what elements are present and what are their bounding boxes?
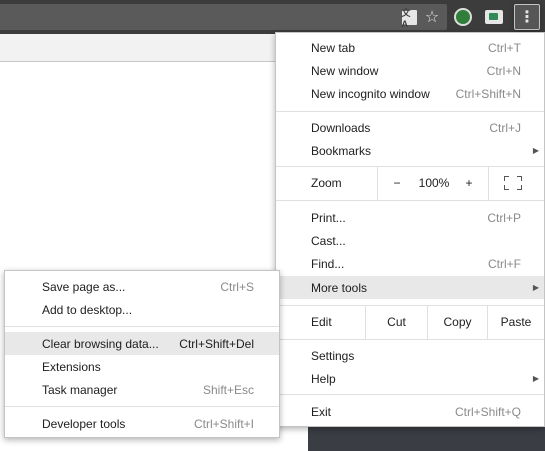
menu-item-more-tools[interactable]: More tools ▶ (276, 276, 544, 299)
zoom-label: Zoom (311, 176, 342, 190)
zoom-out-button[interactable]: − (386, 167, 408, 200)
menu-separator (276, 200, 544, 201)
copy-button[interactable]: Copy (427, 306, 487, 339)
menu-item-label: Help (311, 371, 336, 386)
submenu-item-label: Extensions (42, 359, 101, 374)
menu-item-downloads[interactable]: Downloads Ctrl+J (276, 116, 544, 139)
submenu-item-shortcut: Ctrl+Shift+I (193, 416, 254, 431)
menu-item-shortcut: Ctrl+Shift+Q (454, 404, 521, 419)
edit-row: Edit Cut Copy Paste (276, 306, 544, 339)
menu-item-new-tab[interactable]: New tab Ctrl+T (276, 36, 544, 59)
submenu-item-label: Task manager (42, 382, 118, 397)
more-vertical-icon[interactable]: ⋮ (514, 4, 540, 30)
menu-item-label: Exit (311, 404, 332, 419)
submenu-item-shortcut: Ctrl+Shift+Del (179, 336, 254, 351)
menu-item-label: Settings (311, 348, 355, 363)
submenu-arrow-icon: ▶ (532, 146, 539, 155)
menu-separator (276, 111, 544, 112)
submenu-item-task-manager[interactable]: Task manager Shift+Esc (5, 378, 279, 401)
more-tools-submenu: Save page as... Ctrl+S Add to desktop...… (4, 270, 280, 438)
submenu-arrow-icon: ▶ (532, 374, 539, 383)
bookmark-star-icon[interactable]: ☆ (421, 6, 443, 28)
submenu-item-developer-tools[interactable]: Developer tools Ctrl+Shift+I (5, 412, 279, 435)
menu-item-label: New tab (311, 40, 356, 55)
menu-item-label: Print... (311, 210, 346, 225)
submenu-item-clear-browsing-data[interactable]: Clear browsing data... Ctrl+Shift+Del (5, 332, 279, 355)
menu-item-bookmarks[interactable]: Bookmarks ▶ (276, 139, 544, 162)
menu-item-label: Downloads (311, 120, 371, 135)
address-bar[interactable] (0, 4, 447, 30)
submenu-item-label: Clear browsing data... (42, 336, 159, 351)
menu-item-new-window[interactable]: New window Ctrl+N (276, 59, 544, 82)
avatar (454, 8, 472, 26)
submenu-item-shortcut: Shift+Esc (202, 382, 254, 397)
menu-item-print[interactable]: Print... Ctrl+P (276, 206, 544, 229)
zoom-row: Zoom − 100% + (276, 167, 544, 200)
menu-item-label: New window (311, 63, 379, 78)
menu-item-shortcut: Ctrl+P (487, 210, 521, 225)
zoom-controls: − 100% + (377, 167, 489, 200)
zoom-in-button[interactable]: + (458, 167, 480, 200)
menu-separator (276, 339, 544, 340)
menu-item-shortcut: Ctrl+J (489, 120, 521, 135)
submenu-item-label: Save page as... (42, 279, 126, 294)
menu-item-find[interactable]: Find... Ctrl+F (276, 252, 544, 275)
submenu-item-shortcut: Ctrl+S (220, 279, 254, 294)
submenu-item-save-page[interactable]: Save page as... Ctrl+S (5, 275, 279, 298)
edit-label: Edit (311, 315, 332, 329)
menu-item-settings[interactable]: Settings (276, 344, 544, 367)
submenu-arrow-icon: ▶ (532, 283, 539, 292)
extension-avatar-icon[interactable] (452, 6, 474, 28)
cut-button[interactable]: Cut (365, 306, 427, 339)
menu-item-new-incognito-window[interactable]: New incognito window Ctrl+Shift+N (276, 82, 544, 105)
submenu-item-label: Add to desktop... (42, 302, 133, 317)
menu-item-cast[interactable]: Cast... (276, 229, 544, 252)
page-background (308, 425, 545, 451)
menu-separator (5, 326, 279, 327)
extension-icon[interactable] (483, 6, 505, 28)
menu-item-label: Find... (311, 256, 345, 271)
menu-item-shortcut: Ctrl+Shift+N (455, 86, 521, 101)
menu-item-help[interactable]: Help ▶ (276, 367, 544, 390)
menu-separator (276, 394, 544, 395)
extension-glyph (485, 10, 503, 24)
menu-item-label: Cast... (311, 233, 346, 248)
menu-item-shortcut: Ctrl+F (488, 256, 521, 271)
menu-item-shortcut: Ctrl+T (488, 40, 521, 55)
menu-item-label: New incognito window (311, 86, 430, 101)
submenu-item-extensions[interactable]: Extensions (5, 355, 279, 378)
translate-icon[interactable]: 文A (398, 6, 420, 29)
menu-item-label: More tools (311, 280, 368, 295)
paste-button[interactable]: Paste (487, 306, 544, 339)
zoom-level: 100% (418, 176, 450, 190)
submenu-item-label: Developer tools (42, 416, 126, 431)
chrome-main-menu: New tab Ctrl+T New window Ctrl+N New inc… (275, 32, 545, 427)
fullscreen-icon[interactable] (504, 176, 522, 190)
menu-item-label: Bookmarks (311, 143, 372, 158)
translate-glyph: 文A (401, 8, 417, 29)
bookmarks-bar (0, 34, 276, 62)
menu-item-exit[interactable]: Exit Ctrl+Shift+Q (276, 400, 544, 423)
browser-toolbar: 文A ☆ ⋮ (0, 0, 545, 34)
menu-item-shortcut: Ctrl+N (486, 63, 521, 78)
menu-separator (5, 406, 279, 407)
submenu-item-add-to-desktop[interactable]: Add to desktop... (5, 298, 279, 321)
